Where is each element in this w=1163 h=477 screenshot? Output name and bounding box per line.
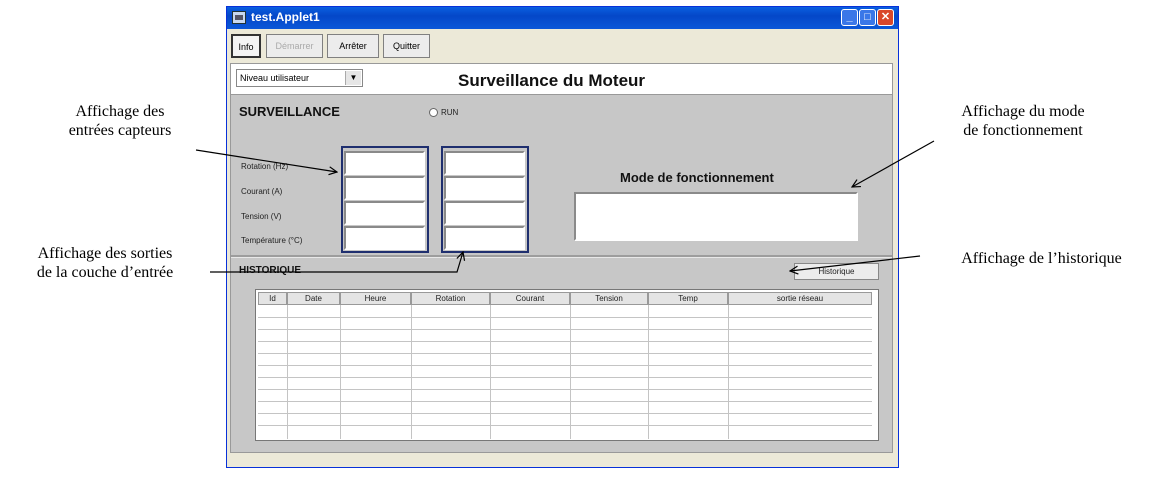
sensor-inputs-group xyxy=(341,146,429,253)
history-table[interactable]: Id Date Heure Rotation Courant Tension T… xyxy=(255,289,879,441)
status-bar xyxy=(227,457,898,467)
title-bar[interactable]: test.Applet1 _ □ ✕ xyxy=(227,7,898,29)
column-header-voltage[interactable]: Tension xyxy=(570,292,648,305)
grid-line xyxy=(490,305,491,439)
monitoring-panel: Niveau utilisateur ▼ Surveillance du Mot… xyxy=(230,63,893,453)
app-icon xyxy=(232,11,246,24)
layer-output-4[interactable] xyxy=(444,226,525,250)
grid-line xyxy=(648,305,649,439)
divider xyxy=(231,255,892,258)
layer-output-3[interactable] xyxy=(444,201,525,225)
table-row[interactable] xyxy=(258,389,872,390)
table-row[interactable] xyxy=(258,425,872,426)
table-row[interactable] xyxy=(258,329,872,330)
surveillance-title: SURVEILLANCE xyxy=(239,104,340,119)
minimize-icon[interactable]: _ xyxy=(841,9,858,26)
radio-icon[interactable] xyxy=(429,108,438,118)
table-row[interactable] xyxy=(258,413,872,414)
maximize-icon[interactable]: □ xyxy=(859,9,876,26)
history-button[interactable]: Historique xyxy=(794,263,879,280)
sensor-input-rotation[interactable] xyxy=(344,151,425,175)
table-row[interactable] xyxy=(258,353,872,354)
layer-outputs-group xyxy=(441,146,529,253)
stop-button[interactable]: Arrêter xyxy=(327,34,379,58)
layer-output-2[interactable] xyxy=(444,176,525,200)
grid-line xyxy=(287,305,288,439)
panel-header: Niveau utilisateur ▼ Surveillance du Mot… xyxy=(231,64,892,95)
annotation-sensor-inputs: Affichage des entrées capteurs xyxy=(68,103,172,139)
column-header-current[interactable]: Courant xyxy=(490,292,570,305)
column-header-date[interactable]: Date xyxy=(287,292,340,305)
sensor-input-voltage[interactable] xyxy=(344,201,425,225)
start-button[interactable]: Démarrer xyxy=(266,34,323,58)
column-header-network-output[interactable]: sortie réseau xyxy=(728,292,872,305)
window-title: test.Applet1 xyxy=(251,10,320,24)
table-row[interactable] xyxy=(258,377,872,378)
page-title: Surveillance du Moteur xyxy=(458,71,646,90)
run-radio[interactable]: RUN xyxy=(429,108,459,118)
grid-line xyxy=(411,305,412,439)
history-table-body xyxy=(258,305,872,439)
column-header-time[interactable]: Heure xyxy=(340,292,411,305)
annotation-history: Affichage de l’historique xyxy=(961,250,1122,267)
user-level-value: Niveau utilisateur xyxy=(240,73,310,83)
label-rotation: Rotation (Hz) xyxy=(241,162,289,171)
table-row[interactable] xyxy=(258,401,872,402)
chevron-down-icon[interactable]: ▼ xyxy=(345,71,361,85)
label-current: Courant (A) xyxy=(241,187,283,196)
user-level-select[interactable]: Niveau utilisateur ▼ xyxy=(236,69,363,87)
mode-title: Mode de fonctionnement xyxy=(620,170,774,185)
table-row[interactable] xyxy=(258,341,872,342)
annotation-mode: Affichage du mode de fonctionnement xyxy=(961,103,1085,139)
annotation-input-layer-outputs: Affichage des sorties de la couche d’entr… xyxy=(36,245,174,281)
applet-window: test.Applet1 _ □ ✕ Info Démarrer Arrêter… xyxy=(226,6,899,468)
column-header-temp[interactable]: Temp xyxy=(648,292,728,305)
sensor-input-temperature[interactable] xyxy=(344,226,425,250)
layer-output-1[interactable] xyxy=(444,151,525,175)
run-label: RUN xyxy=(441,108,459,117)
label-voltage: Tension (V) xyxy=(241,212,282,221)
mode-display[interactable] xyxy=(574,192,858,241)
grid-line xyxy=(570,305,571,439)
sensor-input-current[interactable] xyxy=(344,176,425,200)
grid-line xyxy=(340,305,341,439)
close-icon[interactable]: ✕ xyxy=(877,9,894,26)
grid-line xyxy=(728,305,729,439)
column-header-id[interactable]: Id xyxy=(258,292,287,305)
history-title: HISTORIQUE xyxy=(239,265,302,276)
column-header-rotation[interactable]: Rotation xyxy=(411,292,490,305)
label-temperature: Température (°C) xyxy=(241,236,303,245)
table-row[interactable] xyxy=(258,365,872,366)
quit-button[interactable]: Quitter xyxy=(383,34,430,58)
info-button[interactable]: Info xyxy=(231,34,261,58)
table-row[interactable] xyxy=(258,317,872,318)
